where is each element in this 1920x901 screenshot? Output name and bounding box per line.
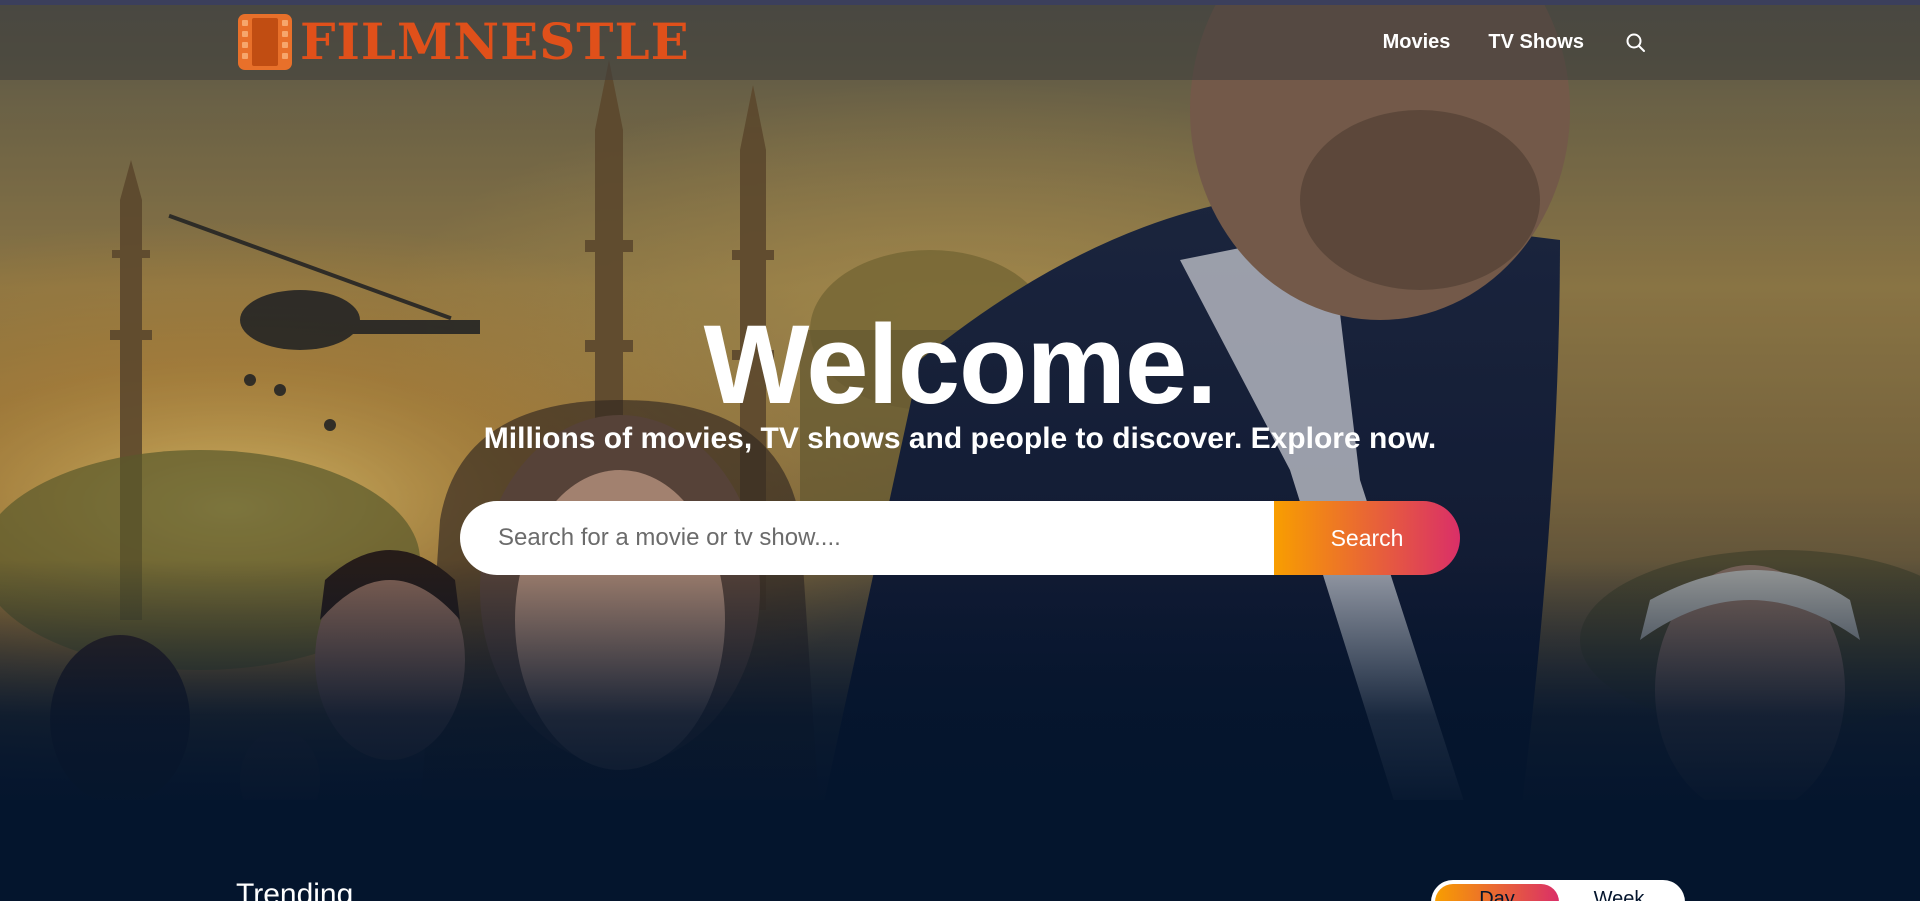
site-header: FILMNESTLE Movies TV Shows <box>0 5 1920 80</box>
welcome-section: Welcome. Millions of movies, TV shows an… <box>0 295 1920 457</box>
trending-switch: Day Week <box>1431 880 1685 901</box>
main-nav: Movies TV Shows <box>1345 5 1648 80</box>
search-input[interactable] <box>460 501 1274 575</box>
logo-text: FILMNESTLE <box>300 12 690 71</box>
logo[interactable]: FILMNESTLE <box>238 14 690 70</box>
welcome-subtitle: Millions of movies, TV shows and people … <box>483 422 1437 455</box>
tab-day[interactable]: Day <box>1435 888 1559 901</box>
hero-search-bar: Search <box>460 501 1460 575</box>
trending-title: Trending <box>236 878 354 901</box>
tab-week[interactable]: Week <box>1557 888 1681 901</box>
search-button[interactable]: Search <box>1274 501 1460 575</box>
nav-movies[interactable]: Movies <box>1383 31 1451 54</box>
top-strip <box>0 0 1920 5</box>
welcome-title: Welcome. <box>703 302 1218 427</box>
hero-fade-overlay <box>0 560 1920 820</box>
nav-tv-shows[interactable]: TV Shows <box>1488 31 1584 54</box>
film-strip-icon <box>238 14 292 70</box>
search-icon[interactable] <box>1624 31 1648 55</box>
